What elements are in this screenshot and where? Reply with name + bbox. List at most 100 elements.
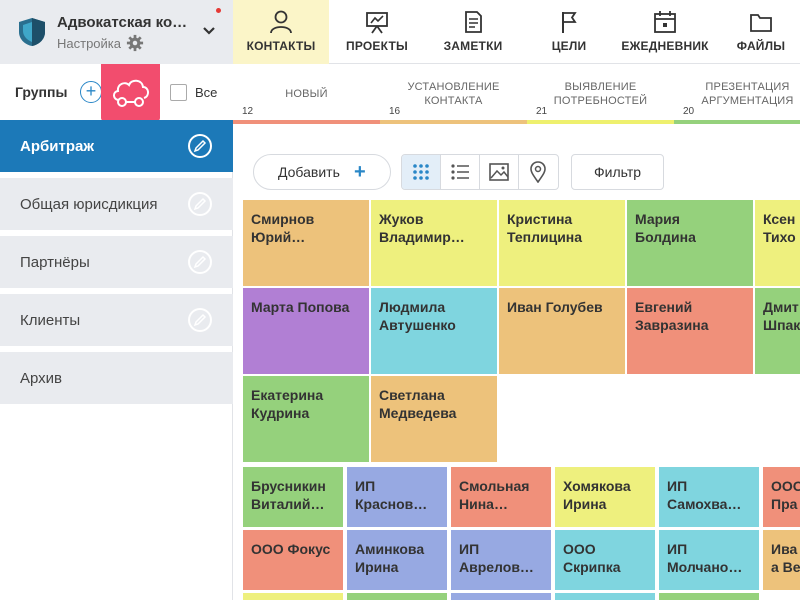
- contact-name: ИП: [459, 541, 480, 557]
- group-item-arbitration[interactable]: Арбитраж: [0, 120, 233, 172]
- contact-card[interactable]: Аминкова Ирина: [347, 530, 447, 590]
- contact-card[interactable]: Мария Болдина: [627, 200, 753, 286]
- chevron-down-icon[interactable]: [202, 24, 216, 38]
- tab-label: КОНТАКТЫ: [246, 39, 316, 53]
- contact-card[interactable]: Евгений Завразина: [627, 288, 753, 374]
- contact-card[interactable]: Кристина Теплицина: [499, 200, 625, 286]
- contact-card[interactable]: Хомякова Ирина: [555, 467, 655, 527]
- contact-name: Ирина: [563, 496, 607, 512]
- tab-diary[interactable]: ЕЖЕДНЕВНИК: [617, 0, 713, 64]
- contact-card[interactable]: Людмила Автушенко: [371, 288, 497, 374]
- contact-card[interactable]: [659, 593, 759, 600]
- contact-card[interactable]: ИП Молчано…: [659, 530, 759, 590]
- contact-name: Мария: [635, 211, 680, 227]
- map-view-button[interactable]: [519, 155, 558, 189]
- tab-contacts[interactable]: КОНТАКТЫ: [233, 0, 329, 64]
- contact-name: Теплицина: [507, 229, 583, 245]
- groups-title: Группы: [15, 84, 68, 100]
- tab-projects[interactable]: ПРОЕКТЫ: [329, 0, 425, 64]
- add-label: Добавить: [278, 164, 340, 180]
- org-header[interactable]: Адвокатская кон… Настройка: [0, 0, 233, 64]
- contact-card[interactable]: Брусникин Виталий…: [243, 467, 343, 527]
- contact-name: Шпак: [763, 317, 800, 333]
- tab-label: ЦЕЛИ: [551, 39, 587, 53]
- contact-card[interactable]: [555, 593, 655, 600]
- group-item-general[interactable]: Общая юрисдикция: [0, 178, 233, 230]
- contact-card[interactable]: [451, 593, 551, 600]
- add-group-button[interactable]: +: [80, 81, 102, 103]
- contact-name: Светлана: [379, 387, 445, 403]
- stage-contact[interactable]: УСТАНОВЛЕНИЕ КОНТАКТА 16: [380, 64, 527, 124]
- gallery-view-button[interactable]: [480, 155, 519, 189]
- contact-name: ИП: [667, 478, 688, 494]
- contact-card[interactable]: ИП Самохва…: [659, 467, 759, 527]
- contact-name: Екатерина: [251, 387, 324, 403]
- org-settings-link[interactable]: Настройка: [57, 36, 121, 51]
- add-contact-button[interactable]: Добавить +: [253, 154, 391, 190]
- contact-card[interactable]: ООО Пра: [763, 467, 800, 527]
- contact-card[interactable]: Светлана Медведева: [371, 376, 497, 462]
- contact-name: Виталий…: [251, 496, 325, 512]
- view-switcher: [401, 154, 559, 190]
- group-name: Арбитраж: [20, 138, 94, 155]
- group-item-clients[interactable]: Клиенты: [0, 294, 233, 346]
- cloud-button[interactable]: [101, 64, 160, 121]
- contact-card[interactable]: Ива а Ве: [763, 530, 800, 590]
- contact-name: Иван Голубев: [507, 299, 603, 315]
- contact-card[interactable]: [243, 593, 343, 600]
- list-icon: [451, 164, 469, 180]
- contact-card[interactable]: Жуков Владимир…: [371, 200, 497, 286]
- contact-card[interactable]: [347, 593, 447, 600]
- gear-icon[interactable]: [126, 34, 144, 52]
- contact-card[interactable]: Иван Голубев: [499, 288, 625, 374]
- grid-view-button[interactable]: [402, 155, 441, 189]
- edit-icon[interactable]: [188, 192, 212, 216]
- contact-card[interactable]: Марта Попова: [243, 288, 369, 374]
- contact-name: ООО: [563, 541, 596, 557]
- grid-icon: [413, 164, 429, 180]
- tab-files[interactable]: ФАЙЛЫ: [713, 0, 800, 64]
- contact-name: Аврелов…: [459, 559, 534, 575]
- contact-name: Ирина: [355, 559, 399, 575]
- contact-name: Кудрина: [251, 405, 310, 421]
- tab-goals[interactable]: ЦЕЛИ: [521, 0, 617, 64]
- presentation-icon: [366, 12, 388, 34]
- contact-card[interactable]: ИП Аврелов…: [451, 530, 551, 590]
- contact-name: Евгений: [635, 299, 693, 315]
- edit-icon[interactable]: [188, 250, 212, 274]
- contact-card[interactable]: Смольная Нина…: [451, 467, 551, 527]
- select-all-label: Все: [195, 85, 218, 100]
- edit-icon[interactable]: [188, 308, 212, 332]
- contact-card[interactable]: Екатерина Кудрина: [243, 376, 369, 462]
- contact-card[interactable]: Ксен Тихо: [755, 200, 800, 286]
- stage-needs[interactable]: ВЫЯВЛЕНИЕ ПОТРЕБНОСТЕЙ 21: [527, 64, 674, 124]
- contact-name: ООО Фокус: [251, 541, 331, 557]
- tab-notes[interactable]: ЗАМЕТКИ: [425, 0, 521, 64]
- contact-card[interactable]: Смирнов Юрий…: [243, 200, 369, 286]
- flag-icon: [562, 12, 577, 33]
- contact-name: Марта Попова: [251, 299, 350, 315]
- group-name: Архив: [20, 370, 63, 387]
- contact-name: Людмила: [379, 299, 446, 315]
- contact-card[interactable]: ООО Скрипка: [555, 530, 655, 590]
- stage-bar: [527, 120, 674, 124]
- group-item-partners[interactable]: Партнёры: [0, 236, 233, 288]
- contact-card[interactable]: ИП Краснов…: [347, 467, 447, 527]
- folder-icon: [750, 14, 772, 32]
- contact-name: Ива: [771, 541, 798, 557]
- tab-label: ПРОЕКТЫ: [346, 39, 408, 53]
- tab-label: ФАЙЛЫ: [736, 39, 786, 53]
- contact-card[interactable]: ООО Фокус: [243, 530, 343, 590]
- group-item-archive[interactable]: Архив: [0, 352, 233, 404]
- groups-header: Группы + Все: [0, 64, 233, 121]
- select-all-checkbox[interactable]: [170, 84, 187, 101]
- stage-new[interactable]: НОВЫЙ 12: [233, 64, 380, 124]
- list-view-button[interactable]: [441, 155, 480, 189]
- map-pin-icon: [530, 161, 547, 183]
- contact-card[interactable]: Дмит Шпак: [755, 288, 800, 374]
- contact-name: Скрипка: [563, 559, 621, 575]
- filter-button[interactable]: Фильтр: [571, 154, 664, 190]
- stage-presentation[interactable]: ПРЕЗЕНТАЦИЯ АРГУМЕНТАЦИЯ 20: [674, 64, 800, 124]
- group-name: Общая юрисдикция: [20, 196, 158, 213]
- edit-icon[interactable]: [188, 134, 212, 158]
